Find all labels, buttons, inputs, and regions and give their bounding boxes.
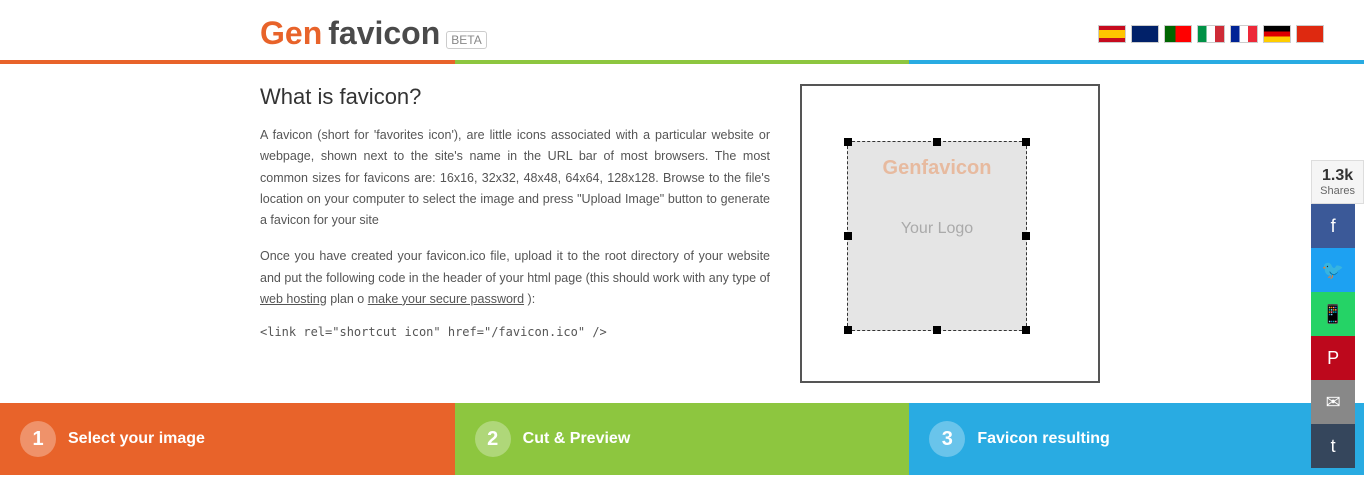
flag-es[interactable] <box>1098 25 1126 43</box>
social-sidebar: 1.3k Shares f 🐦 📱 P ✉ t <box>1311 160 1364 468</box>
email-share-button[interactable]: ✉ <box>1311 380 1355 424</box>
step-2[interactable]: 2 Cut & Preview <box>455 403 910 475</box>
web-hosting-link[interactable]: web hosting <box>260 292 327 306</box>
description-2: Once you have created your favicon.ico f… <box>260 246 770 310</box>
handle-top-left[interactable] <box>844 138 852 146</box>
step-3-number: 3 <box>929 421 965 457</box>
step-1-label: Select your image <box>68 430 205 448</box>
logo-gen[interactable]: Gen <box>260 15 322 52</box>
logo: Genfavicon BETA <box>260 15 487 52</box>
flag-cn[interactable] <box>1296 25 1324 43</box>
facebook-share-button[interactable]: f <box>1311 204 1355 248</box>
flag-fr[interactable] <box>1230 25 1258 43</box>
description-1: A favicon (short for 'favorites icon'), … <box>260 125 770 231</box>
handle-bottom-right[interactable] <box>1022 326 1030 334</box>
whatsapp-share-button[interactable]: 📱 <box>1311 292 1355 336</box>
language-flags <box>1098 25 1324 43</box>
pinterest-share-button[interactable]: P <box>1311 336 1355 380</box>
plan-o-text: plan o <box>330 292 368 306</box>
bar-blue <box>909 60 1364 64</box>
bar-orange <box>0 60 455 64</box>
logo-favicon[interactable]: favicon <box>328 15 440 52</box>
crop-rectangle[interactable]: Genfavicon Your Logo <box>847 141 1027 331</box>
wm-yourlogo: Your Logo <box>868 220 1006 238</box>
flag-de[interactable] <box>1263 25 1291 43</box>
step-3[interactable]: 3 Favicon resulting <box>909 403 1364 475</box>
wm-gen: Genfavicon <box>883 162 992 177</box>
code-snippet[interactable]: <link rel="shortcut icon" href="/favicon… <box>260 325 770 339</box>
password-link[interactable]: make your secure password <box>368 292 524 306</box>
share-label: Shares <box>1320 185 1355 197</box>
handle-bottom-left[interactable] <box>844 326 852 334</box>
crop-watermark: Genfavicon Your Logo <box>868 157 1006 238</box>
left-content: What is favicon? A favicon (short for 'f… <box>260 84 770 383</box>
step-1-number: 1 <box>20 421 56 457</box>
step-2-label: Cut & Preview <box>523 430 631 448</box>
preview-box: Genfavicon Your Logo <box>800 84 1100 383</box>
handle-bottom-mid[interactable] <box>933 326 941 334</box>
tumblr-share-button[interactable]: t <box>1311 424 1355 468</box>
handle-top-mid[interactable] <box>933 138 941 146</box>
main-container: What is favicon? A favicon (short for 'f… <box>0 64 1364 393</box>
header: Genfavicon BETA <box>0 0 1364 52</box>
steps-bar: 1 Select your image 2 Cut & Preview 3 Fa… <box>0 403 1364 475</box>
flag-it[interactable] <box>1197 25 1225 43</box>
handle-top-right[interactable] <box>1022 138 1030 146</box>
preview-inner[interactable]: Genfavicon Your Logo <box>802 86 1098 381</box>
flag-gb[interactable] <box>1131 25 1159 43</box>
share-count-box: 1.3k Shares <box>1311 160 1364 204</box>
color-bar <box>0 60 1364 64</box>
section-title: What is favicon? <box>260 84 770 110</box>
desc2-suffix: ): <box>528 292 536 306</box>
desc2-text: Once you have created your favicon.ico f… <box>260 249 770 284</box>
handle-mid-left[interactable] <box>844 232 852 240</box>
step-3-label: Favicon resulting <box>977 430 1109 448</box>
step-2-number: 2 <box>475 421 511 457</box>
share-number: 1.3k <box>1320 167 1355 185</box>
logo-beta: BETA <box>446 31 486 49</box>
bar-green <box>455 60 910 64</box>
handle-mid-right[interactable] <box>1022 232 1030 240</box>
step-1[interactable]: 1 Select your image <box>0 403 455 475</box>
flag-pt[interactable] <box>1164 25 1192 43</box>
twitter-share-button[interactable]: 🐦 <box>1311 248 1355 292</box>
